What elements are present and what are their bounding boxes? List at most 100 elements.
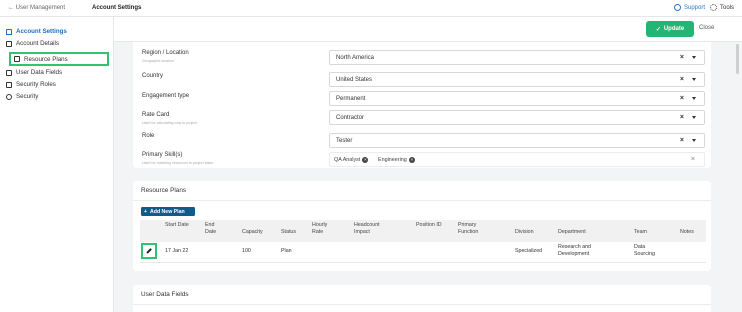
cell-team: Data Sourcing <box>634 244 655 257</box>
primary-skills-label: Primary Skill(s) <box>142 152 183 158</box>
region-hint: Geographic location <box>142 59 174 63</box>
sidebar-item-label: Security <box>16 93 39 100</box>
column-header-position-id[interactable]: Position ID <box>416 222 442 229</box>
country-select[interactable]: United States × <box>329 72 705 87</box>
sidebar-item-account-details[interactable]: Account Details <box>4 38 110 49</box>
sidebar-item-label: User Data Fields <box>16 69 63 76</box>
breadcrumb-current: Account Settings <box>92 5 142 11</box>
user-data-fields-title: User Data Fields <box>141 291 189 298</box>
skill-chip[interactable]: Engineering × <box>378 157 415 163</box>
column-header-end-date[interactable]: End Date <box>205 222 227 236</box>
update-button[interactable]: ✓ Update <box>646 21 694 37</box>
clear-icon[interactable]: × <box>680 54 684 61</box>
user-data-fields-section: User Data Fields <box>133 285 711 312</box>
id-card-icon <box>6 81 12 88</box>
primary-skills-hint: Used for matching resources to project t… <box>142 161 214 165</box>
close-button[interactable]: Close <box>699 25 714 31</box>
remove-chip-icon[interactable]: × <box>408 157 415 163</box>
chevron-down-icon[interactable] <box>692 78 696 81</box>
tools-label: Tools <box>720 4 735 11</box>
account-details-form: Region / Location Geographic location No… <box>133 42 711 168</box>
chevron-down-icon[interactable] <box>692 97 696 100</box>
column-header-capacity[interactable]: Capacity <box>242 229 263 236</box>
rate-card-select[interactable]: Contractor × <box>329 110 705 125</box>
skill-chip-label: QA Analyst <box>334 157 361 163</box>
column-header-status[interactable]: Status <box>281 229 296 236</box>
skill-chip-label: Engineering <box>378 157 407 163</box>
engagement-type-value: Permanent <box>336 96 366 102</box>
chevron-down-icon[interactable] <box>692 56 696 59</box>
breadcrumb-user-management[interactable]: User Management <box>16 5 65 11</box>
cell-department: Research and Development <box>558 244 591 257</box>
column-header-department[interactable]: Department <box>558 229 586 236</box>
home-icon <box>6 28 12 35</box>
action-header: ✓ Update Close <box>114 17 742 42</box>
clear-icon[interactable]: × <box>680 114 684 121</box>
sidebar-item-security[interactable]: Security <box>4 91 110 102</box>
cell-capacity: 100 <box>242 248 251 254</box>
support-link[interactable]: Support <box>674 4 705 11</box>
column-header-start-date[interactable]: Start Date <box>165 222 191 229</box>
scrollbar[interactable] <box>736 44 739 74</box>
document-icon <box>14 56 20 62</box>
column-header-division[interactable]: Division <box>515 229 534 236</box>
rate-card-value: Contractor <box>336 115 365 121</box>
chevron-down-icon[interactable] <box>692 139 696 142</box>
divider <box>140 262 706 263</box>
gear-icon <box>710 4 717 11</box>
engagement-type-label: Engagement type <box>142 93 190 99</box>
list-icon <box>6 69 12 76</box>
breadcrumb-back-link[interactable]: ← User Management <box>8 5 65 11</box>
clear-icon[interactable]: × <box>680 137 684 144</box>
cell-status: Plan <box>281 248 292 254</box>
column-header-headcount-impact[interactable]: Headcount Impact <box>354 222 392 236</box>
users-icon <box>6 93 12 100</box>
chevron-down-icon[interactable] <box>692 116 696 119</box>
primary-skills-multiselect[interactable]: QA Analyst × Engineering × × <box>329 152 705 167</box>
column-header-notes[interactable]: Notes <box>680 229 694 236</box>
document-icon <box>6 40 12 47</box>
country-label: Country <box>142 73 164 79</box>
resource-plans-title: Resource Plans <box>141 187 187 194</box>
top-bar: ← User Management Account Settings Suppo… <box>0 0 742 17</box>
column-header-hourly-rate[interactable]: Hourly Rate <box>312 222 336 236</box>
sidebar-item-account-settings[interactable]: Account Settings <box>4 26 110 37</box>
pencil-icon <box>146 248 152 254</box>
sidebar-item-label: Resource Plans <box>24 55 68 63</box>
sidebar-item-label: Account Settings <box>16 28 67 35</box>
add-new-plan-button[interactable]: + Add New Plan <box>141 207 195 216</box>
country-value: United States <box>336 77 373 83</box>
rate-card-hint: Used for calculating cost to project <box>142 121 197 125</box>
clear-icon[interactable]: × <box>680 76 684 83</box>
help-icon <box>674 4 681 11</box>
skill-chip[interactable]: QA Analyst × <box>334 157 369 163</box>
role-label: Role <box>142 133 155 139</box>
region-value: North America <box>336 55 375 61</box>
rate-card-label: Rate Card <box>142 112 170 118</box>
role-select[interactable]: Tester × <box>329 133 705 148</box>
remove-chip-icon[interactable]: × <box>362 157 369 163</box>
edit-row-button[interactable] <box>141 243 157 259</box>
clear-icon[interactable]: × <box>680 95 684 102</box>
cell-start-date: 17 Jan 22 <box>165 248 189 254</box>
sidebar-item-user-data-fields[interactable]: User Data Fields <box>4 67 110 78</box>
sidebar-item-label: Account Details <box>16 40 59 47</box>
engagement-type-select[interactable]: Permanent × <box>329 91 705 106</box>
resource-plans-table: Start Date End Date Capacity Status Hour… <box>140 220 706 268</box>
sidebar-item-label: Security Roles <box>16 81 56 88</box>
clear-icon[interactable]: × <box>691 156 695 163</box>
column-header-primary-function[interactable]: Primary Function <box>458 222 488 236</box>
update-label: Update <box>663 26 685 32</box>
sidebar-item-resource-plans[interactable]: Resource Plans <box>9 52 109 66</box>
role-value: Tester <box>336 138 353 144</box>
divider <box>133 304 711 305</box>
add-new-plan-label: Add New Plan <box>150 208 185 215</box>
resource-plans-section: Resource Plans + Add New Plan Start Date… <box>133 181 711 271</box>
sidebar-item-security-roles[interactable]: Security Roles <box>4 79 110 90</box>
region-select[interactable]: North America × <box>329 50 705 65</box>
check-icon: ✓ <box>655 26 661 33</box>
divider <box>133 200 711 201</box>
cell-division: Specialized <box>515 248 543 254</box>
tools-link[interactable]: Tools <box>710 4 734 11</box>
column-header-team[interactable]: Team <box>634 229 647 236</box>
